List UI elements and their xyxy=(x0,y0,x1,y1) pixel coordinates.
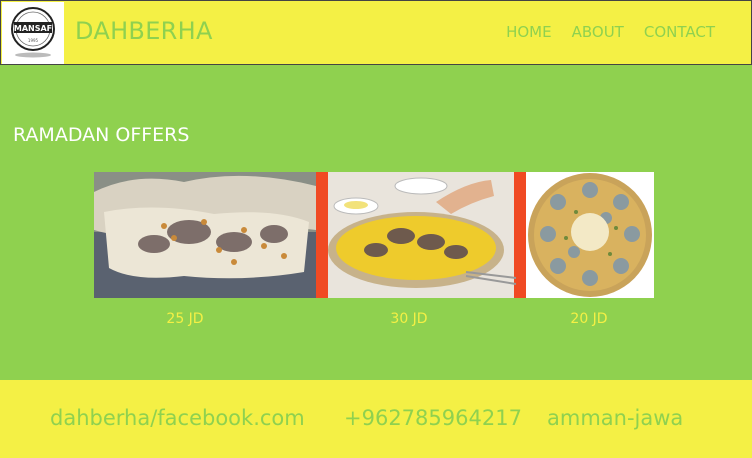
footer-facebook-link[interactable]: dahberha/facebook.com xyxy=(50,406,305,430)
logo-subtext: 1995 xyxy=(28,38,39,43)
main-nav: HOME ABOUT CONTACT xyxy=(506,23,715,41)
offer-image-2[interactable] xyxy=(316,172,526,298)
mansaf-platter-photo-3 xyxy=(526,172,654,298)
offer-price-3: 20 JD xyxy=(570,311,608,327)
mansaf-dish-photo-1 xyxy=(94,172,316,298)
nav-about[interactable]: ABOUT xyxy=(572,23,624,41)
mansaf-logo-icon: MANSAF 1995 xyxy=(11,7,55,58)
section-title: RAMADAN OFFERS xyxy=(13,124,190,146)
nav-home[interactable]: HOME xyxy=(506,23,552,41)
site-header: MANSAF 1995 DAHBERHA HOME ABOUT CONTACT xyxy=(0,0,752,65)
mansaf-dish-photo-2 xyxy=(316,172,526,298)
site-footer: dahberha/facebook.com +962785964217 amma… xyxy=(0,380,752,458)
offer-image-3[interactable] xyxy=(526,172,654,298)
footer-phone[interactable]: +962785964217 xyxy=(344,406,522,430)
nav-contact[interactable]: CONTACT xyxy=(644,23,715,41)
offer-price-1: 25 JD xyxy=(166,311,204,327)
footer-location: amman-jawa xyxy=(547,406,684,430)
offer-price-2: 30 JD xyxy=(390,311,428,327)
brand-name[interactable]: DAHBERHA xyxy=(75,17,213,45)
offer-image-1[interactable] xyxy=(94,172,316,298)
logo-text: MANSAF xyxy=(14,24,52,33)
logo[interactable]: MANSAF 1995 xyxy=(2,2,64,64)
